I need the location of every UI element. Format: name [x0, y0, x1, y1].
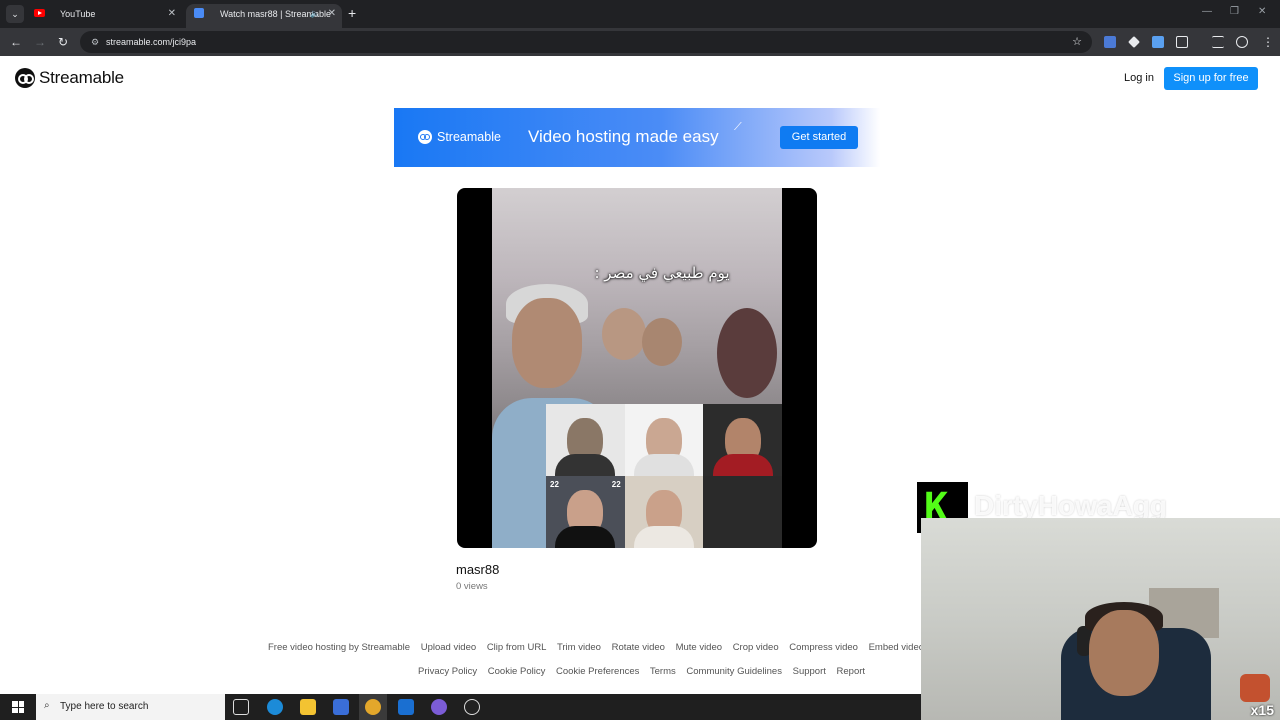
streamer-face	[1089, 610, 1159, 696]
sparkle-icon: ⟋	[734, 121, 742, 133]
taskbar-search-box[interactable]: ⌕ Type here to search	[36, 694, 225, 720]
tab-streamable[interactable]: Watch masr88 | Streamable 🔈 ✕	[186, 4, 342, 28]
video-frame: يوم طبيعي في مصر : 22 22	[492, 188, 782, 548]
face-cell	[624, 404, 704, 476]
footer-link[interactable]: Terms	[650, 666, 676, 677]
crowd-figure	[642, 318, 682, 366]
close-window-icon[interactable]: ✕	[1258, 6, 1266, 17]
footer-link[interactable]: Privacy Policy	[418, 666, 477, 677]
face-cell	[703, 404, 782, 476]
body	[633, 454, 694, 476]
minimize-icon[interactable]: —	[1202, 6, 1212, 17]
footer-link[interactable]: Report	[837, 666, 866, 677]
man-face	[512, 298, 582, 388]
footer-link[interactable]: Compress video	[789, 642, 858, 653]
search-placeholder: Type here to search	[60, 701, 149, 712]
banner-tagline: Video hosting made easy	[528, 127, 719, 146]
new-tab-button[interactable]: +	[348, 4, 356, 22]
banner-logo-text: Streamable	[437, 130, 501, 144]
footer-link[interactable]: Free video hosting by Streamable	[268, 642, 410, 653]
face-cell	[703, 476, 782, 548]
discord-icon[interactable]	[431, 699, 447, 715]
signup-button[interactable]: Sign up for free	[1164, 67, 1258, 90]
address-bar[interactable]: ⚙ streamable.com/jci9pa ☆	[80, 31, 1092, 53]
chrome-icon[interactable]	[365, 699, 381, 715]
footer-link[interactable]: Rotate video	[612, 642, 665, 653]
obs-icon[interactable]	[464, 699, 480, 715]
close-icon[interactable]: ✕	[168, 4, 176, 24]
crowd-figure	[717, 308, 777, 398]
footer-link[interactable]: Embed video	[869, 642, 924, 653]
streamable-logo-icon	[15, 68, 35, 88]
back-icon[interactable]: ←	[10, 34, 22, 50]
search-icon: ⌕	[44, 700, 50, 711]
bookmark-star-icon[interactable]: ☆	[1072, 31, 1082, 53]
face-cell	[546, 404, 625, 476]
footer-links-primary: Free video hosting by Streamable Upload …	[268, 642, 950, 653]
close-icon[interactable]: ✕	[328, 4, 336, 24]
footer-link[interactable]: Crop video	[733, 642, 779, 653]
edge-icon[interactable]	[267, 699, 283, 715]
outlook-icon[interactable]	[398, 699, 414, 715]
streamable-icon	[194, 8, 204, 18]
emote-thumbnail	[1240, 674, 1270, 702]
banner-logo: Streamable	[418, 130, 501, 144]
footer-link[interactable]: Upload video	[421, 642, 476, 653]
store-icon[interactable]	[333, 699, 349, 715]
face-cell	[624, 476, 704, 548]
label-22: 22	[550, 480, 559, 489]
body	[712, 454, 773, 476]
puzzle-extensions-icon[interactable]	[1176, 36, 1188, 48]
youtube-icon	[34, 9, 45, 17]
footer-link[interactable]: Trim video	[557, 642, 601, 653]
menu-dots-icon[interactable]: ⋮	[1262, 34, 1274, 50]
footer-link[interactable]: Community Guidelines	[686, 666, 782, 677]
get-started-button[interactable]: Get started	[780, 126, 858, 149]
logo-text: Streamable	[39, 68, 124, 87]
url-text[interactable]: streamable.com/jci9pa	[106, 31, 196, 53]
windows-taskbar: ⌕ Type here to search	[0, 694, 921, 720]
image-extension-icon[interactable]	[1152, 36, 1164, 48]
footer-link[interactable]: Clip from URL	[487, 642, 547, 653]
crowd-figure	[602, 308, 646, 360]
diamond-extension-icon[interactable]	[1128, 36, 1140, 48]
task-view-icon[interactable]	[233, 699, 249, 715]
site-info-icon[interactable]: ⚙	[88, 35, 102, 49]
tab-youtube[interactable]: YouTube ✕	[26, 4, 182, 28]
footer-link[interactable]: Mute video	[676, 642, 722, 653]
video-player[interactable]: يوم طبيعي في مصر : 22 22	[457, 188, 817, 548]
file-explorer-icon[interactable]	[300, 699, 316, 715]
footer-link[interactable]: Cookie Policy	[488, 666, 546, 677]
windows-start-icon[interactable]	[12, 701, 24, 713]
streamable-logo-icon	[418, 130, 432, 144]
forward-icon[interactable]: →	[34, 34, 46, 50]
video-title: masr88	[456, 562, 500, 577]
tab-label: YouTube	[60, 9, 96, 19]
translate-extension-icon[interactable]	[1104, 36, 1116, 48]
promo-banner[interactable]: Streamable Video hosting made easy ⟋ Get…	[394, 108, 880, 167]
label-22: 22	[611, 480, 621, 489]
media-control-icon[interactable]	[1212, 36, 1224, 48]
login-link[interactable]: Log in	[1124, 72, 1154, 84]
face-grid: 22 22	[546, 404, 782, 548]
footer-link[interactable]: Support	[793, 666, 826, 677]
streamable-logo[interactable]: Streamable	[15, 67, 124, 89]
video-caption: يوم طبيعي في مصر :	[594, 264, 730, 282]
reload-icon[interactable]: ↻	[58, 34, 68, 50]
footer-links-secondary: Privacy Policy Cookie Policy Cookie Pref…	[418, 666, 873, 677]
face-cell: 22 22	[546, 476, 625, 548]
body	[633, 526, 694, 548]
multiplier-badge: x15	[1250, 702, 1274, 718]
browser-tab-strip: ⌄ YouTube ✕ Watch masr88 | Streamable 🔈 …	[0, 0, 1280, 28]
browser-toolbar: ← → ↻ ⚙ streamable.com/jci9pa ☆ ⋮	[0, 28, 1280, 56]
webcam-overlay: x15	[921, 518, 1280, 720]
body	[555, 454, 616, 476]
speaker-icon[interactable]: 🔈	[310, 4, 320, 24]
footer-link[interactable]: Cookie Preferences	[556, 666, 639, 677]
profile-icon[interactable]	[1236, 36, 1248, 48]
body	[555, 526, 616, 548]
maximize-icon[interactable]: ❐	[1230, 6, 1239, 17]
tab-search-icon[interactable]: ⌄	[6, 5, 24, 23]
view-count: 0 views	[456, 581, 488, 592]
